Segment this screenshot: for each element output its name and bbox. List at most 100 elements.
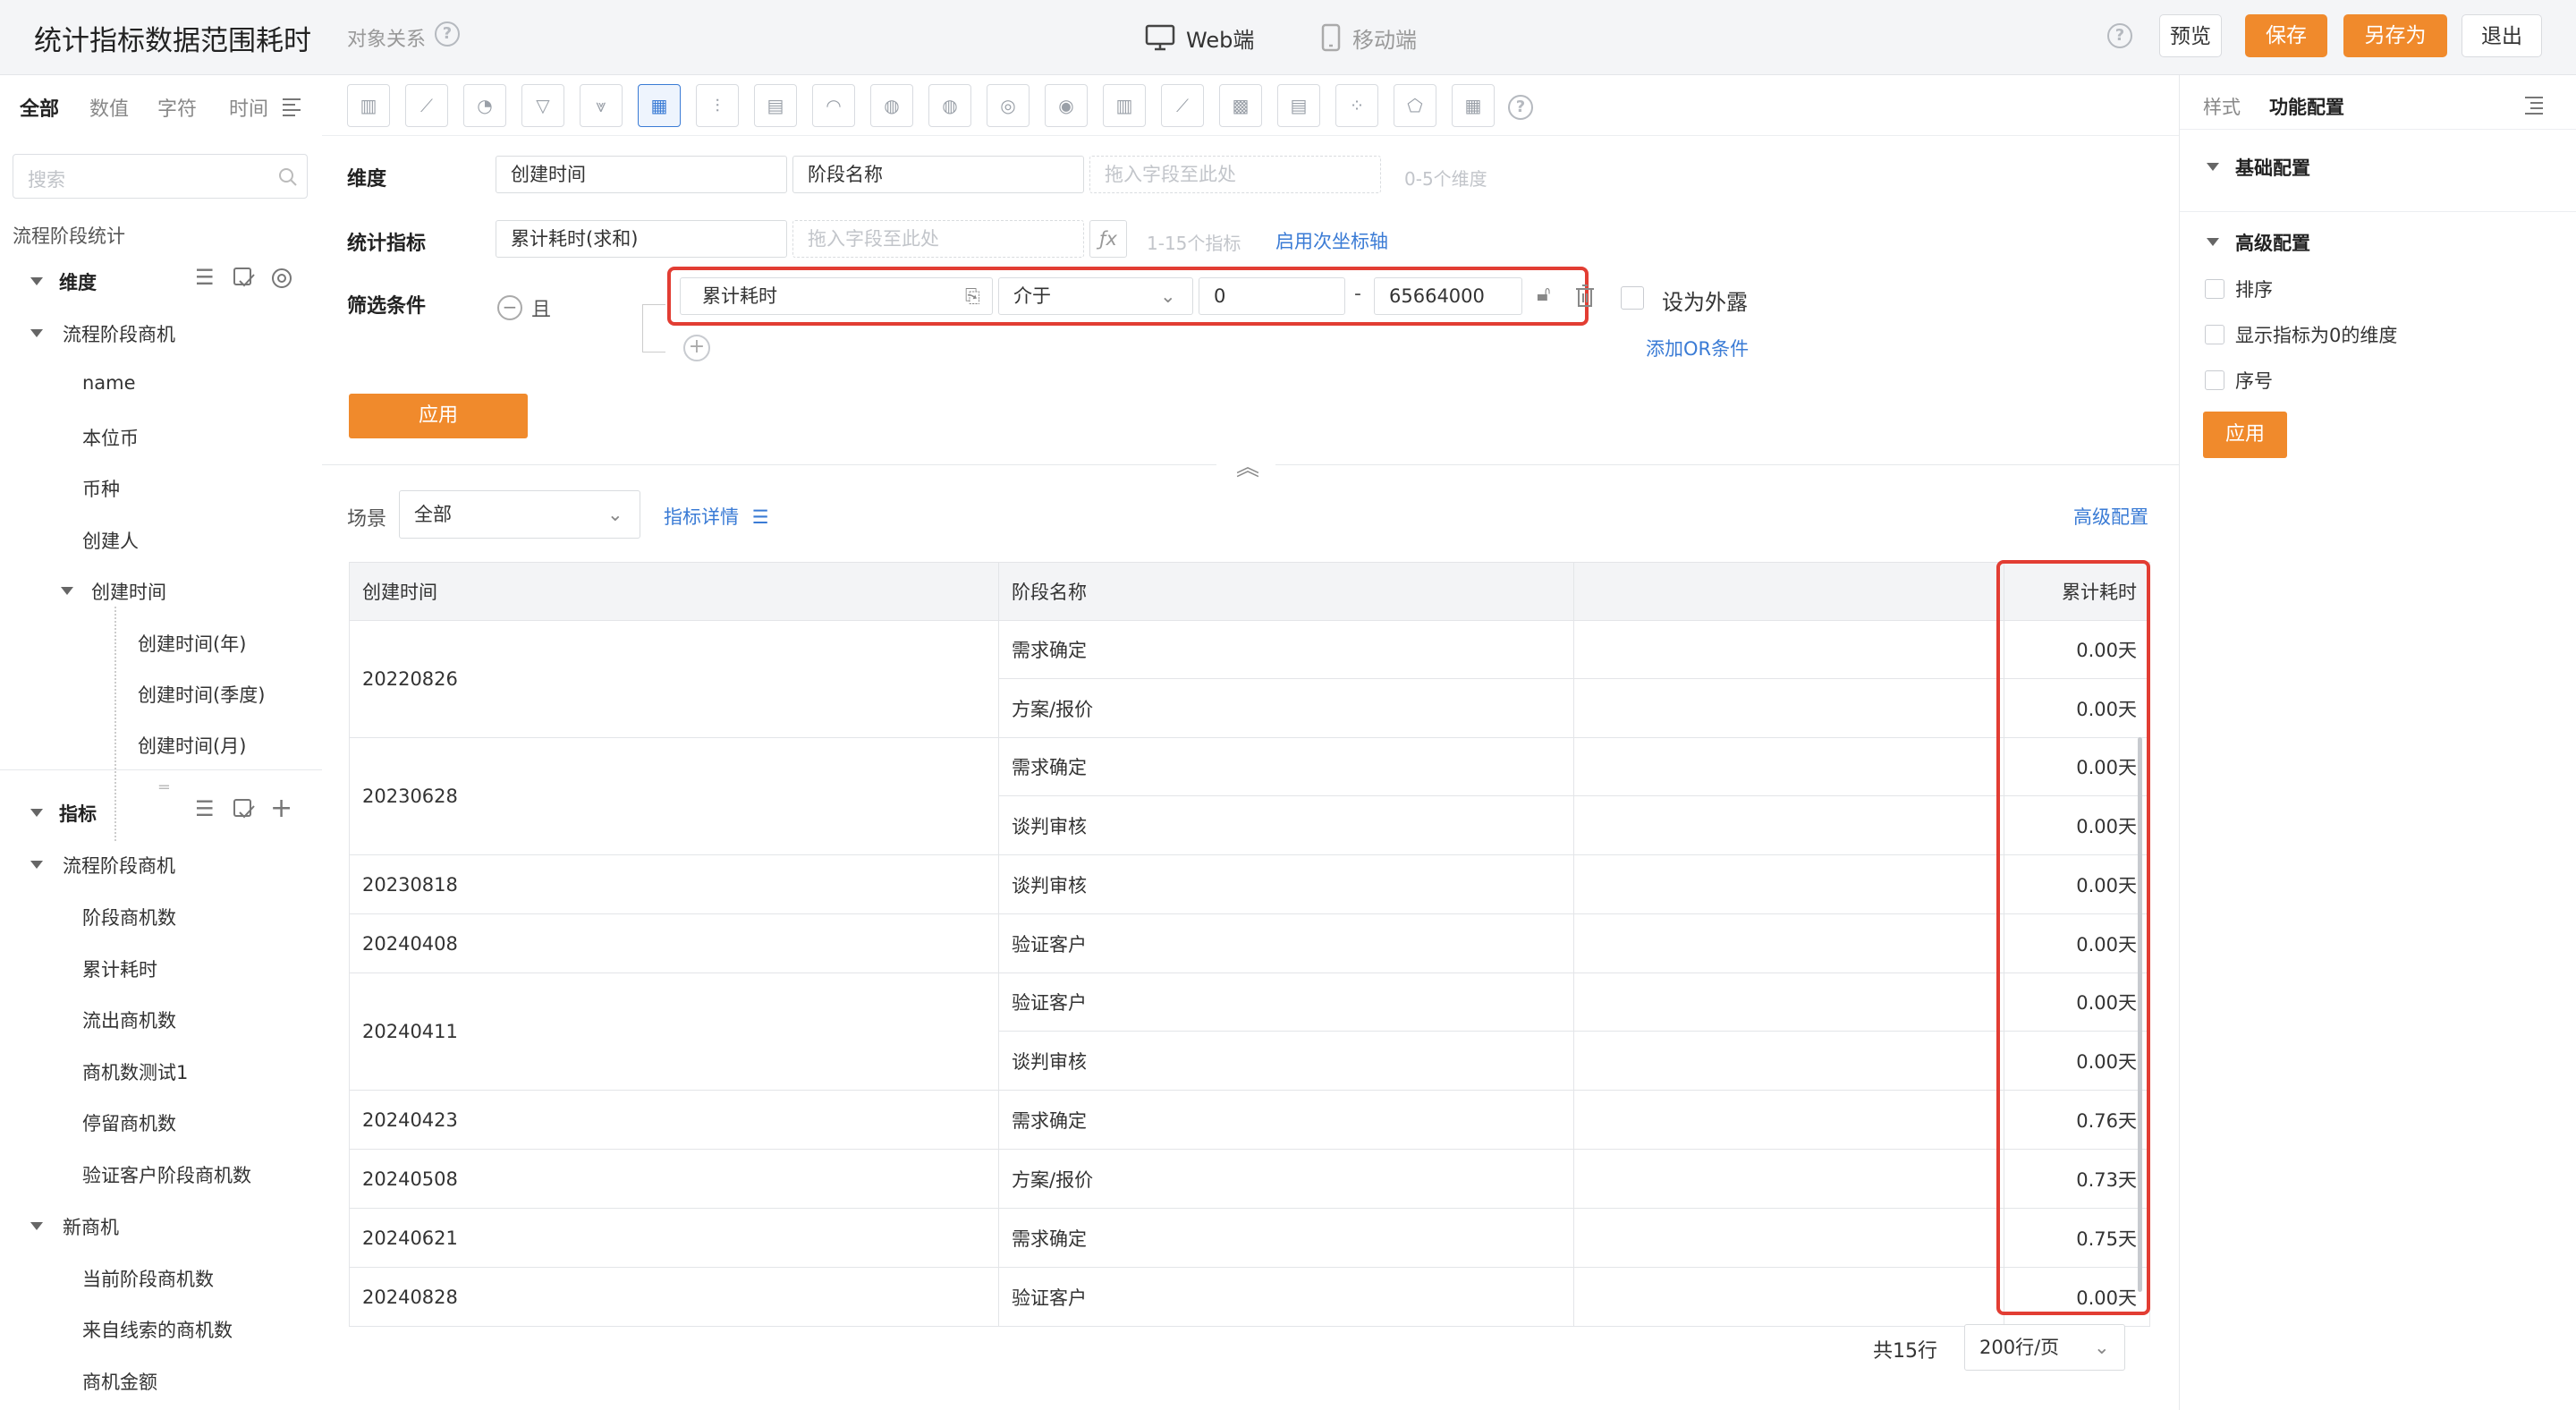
globe-chart-icon[interactable]: ◎ [987, 84, 1030, 127]
field-tab-text[interactable]: 字符 [157, 93, 197, 122]
pivot-table-icon[interactable]: ▤ [1277, 84, 1320, 127]
page-size-select[interactable]: 200行/页 ⌄ [1964, 1324, 2125, 1371]
radar-chart-icon[interactable]: ⬠ [1394, 84, 1436, 127]
collapse-caret-icon[interactable] [30, 861, 43, 869]
combo-chart-icon[interactable]: ⫶ [696, 84, 739, 127]
metric-field-item[interactable]: 累计耗时 [82, 956, 157, 982]
funnel-chart-icon[interactable]: ▽ [521, 84, 564, 127]
formula-icon[interactable]: ƒx [1089, 220, 1127, 258]
field-search-input[interactable]: 搜索 [13, 154, 308, 199]
filter-operator-select[interactable]: 介于 ⌄ [998, 277, 1193, 315]
collapse-caret-icon[interactable] [2207, 163, 2219, 171]
date-subfield-item[interactable]: 创建时间(年) [138, 630, 246, 657]
dimension-slot[interactable]: 创建时间 [496, 156, 787, 193]
indent-list-icon[interactable]: ☰ [195, 265, 215, 290]
collapse-panel-icon[interactable] [2523, 95, 2545, 115]
bar-chart-icon[interactable]: ▥ [347, 84, 390, 127]
dimension-field-item[interactable]: 本位币 [82, 424, 139, 451]
secondary-axis-link[interactable]: 启用次坐标轴 [1275, 227, 1388, 254]
advanced-config-link[interactable]: 高级配置 [2073, 503, 2148, 530]
apply-filter-button[interactable]: 应用 [349, 394, 528, 438]
help-icon[interactable]: ? [435, 21, 460, 47]
save-button[interactable]: 保存 [2245, 14, 2327, 57]
apply-config-button[interactable]: 应用 [2203, 412, 2287, 458]
help-icon[interactable]: ? [2107, 23, 2132, 48]
dimension-field-item[interactable]: 创建人 [82, 527, 139, 554]
collapse-caret-icon[interactable] [30, 1222, 43, 1230]
metric-field-item[interactable]: 当前阶段商机数 [82, 1265, 214, 1292]
exit-button[interactable]: 退出 [2462, 14, 2542, 57]
save-as-button[interactable]: 另存为 [2343, 14, 2447, 57]
delete-icon[interactable] [1574, 285, 1596, 308]
column-header-stage-name[interactable]: 阶段名称 [999, 563, 1574, 620]
show-zero-checkbox[interactable] [2205, 325, 2224, 344]
collapse-condition-icon[interactable]: − [497, 295, 522, 320]
settings-icon[interactable] [270, 267, 293, 290]
column-header-created-time[interactable]: 创建时间 [350, 563, 999, 620]
tab-style[interactable]: 样式 [2203, 93, 2241, 120]
collapse-caret-icon[interactable] [30, 329, 43, 337]
date-field-item[interactable]: 创建时间 [91, 578, 166, 605]
map-chart-icon[interactable]: ◍ [928, 84, 971, 127]
filter-to-input[interactable]: 65664000 [1374, 277, 1522, 315]
advanced-config-header[interactable]: 高级配置 [2235, 229, 2310, 256]
list-filter-icon[interactable] [281, 97, 302, 116]
metric-field-item[interactable]: 验证客户阶段商机数 [82, 1161, 251, 1188]
field-tab-time[interactable]: 时间 [229, 93, 268, 122]
batch-select-icon[interactable] [233, 267, 256, 290]
date-subfield-item[interactable]: 创建时间(季度) [138, 681, 265, 708]
mode-tab-mobile[interactable]: 移动端 [1320, 20, 1417, 55]
table-scrollbar[interactable] [2138, 737, 2142, 1292]
scene-select[interactable]: 全部 ⌄ [399, 490, 640, 539]
filter-field-select[interactable]: 累计耗时 ⎘ [680, 277, 993, 315]
stacked-chart-icon[interactable]: ▩ [1219, 84, 1262, 127]
date-subfield-item[interactable]: 创建时间(月) [138, 732, 246, 759]
gauge-chart-icon[interactable]: ◠ [812, 84, 855, 127]
dimension-field-item[interactable]: 币种 [82, 475, 120, 502]
metric-drop-zone[interactable]: 拖入字段至此处 [792, 220, 1084, 258]
collapse-caret-icon[interactable] [2207, 238, 2219, 246]
expose-checkbox[interactable] [1621, 286, 1644, 310]
dimension-field-item[interactable]: name [82, 372, 136, 394]
metric-field-item[interactable]: 阶段商机数 [82, 904, 176, 930]
object-relation-link[interactable]: 对象关系 [347, 23, 426, 52]
collapse-caret-icon[interactable] [30, 809, 43, 817]
row-number-checkbox[interactable] [2205, 370, 2224, 390]
help-icon[interactable]: ? [1508, 95, 1533, 120]
mode-tab-web[interactable]: Web端 [1145, 20, 1254, 55]
collapse-caret-icon[interactable] [30, 277, 43, 285]
metric-field-item[interactable]: 流出商机数 [82, 1007, 176, 1033]
unlock-icon[interactable]: 🔓︎ [1537, 281, 1551, 306]
metric-group[interactable]: 新商机 [63, 1213, 119, 1240]
funnel-alt-chart-icon[interactable]: ⩔ [580, 84, 623, 127]
field-tab-all[interactable]: 全部 [20, 93, 59, 122]
dimension-slot[interactable]: 阶段名称 [792, 156, 1084, 193]
grid-layout-icon[interactable]: ▦ [1452, 84, 1495, 127]
pie-chart-icon[interactable]: ◔ [463, 84, 506, 127]
add-icon[interactable]: + [270, 793, 292, 824]
filter-from-input[interactable]: 0 [1199, 277, 1345, 315]
preview-button[interactable]: 预览 [2159, 14, 2222, 57]
scatter-chart-icon[interactable]: ⁘ [1335, 84, 1378, 127]
basic-config-header[interactable]: 基础配置 [2235, 154, 2310, 181]
metric-group[interactable]: 流程阶段商机 [63, 852, 175, 879]
column-chart-icon[interactable]: ▥ [1103, 84, 1146, 127]
world-map-icon[interactable]: ◉ [1045, 84, 1088, 127]
collapse-caret-icon[interactable] [61, 587, 73, 595]
area-chart-icon[interactable]: ⟋ [1161, 84, 1204, 127]
tab-function-config[interactable]: 功能配置 [2269, 93, 2344, 120]
metric-slot[interactable]: 累计耗时(求和) [496, 220, 787, 258]
metric-field-item[interactable]: 来自线索的商机数 [82, 1316, 233, 1343]
batch-select-icon[interactable] [233, 798, 256, 821]
metric-field-item[interactable]: 停留商机数 [82, 1109, 176, 1136]
table-chart-icon[interactable]: ▦ [638, 84, 681, 127]
dimension-drop-zone[interactable]: 拖入字段至此处 [1089, 156, 1381, 193]
field-tab-number[interactable]: 数值 [89, 93, 129, 122]
line-chart-icon[interactable]: ⟋ [405, 84, 448, 127]
metric-detail-link[interactable]: 指标详情 ☰ [664, 503, 769, 530]
indent-list-icon[interactable]: ☰ [195, 796, 215, 821]
metric-field-item[interactable]: 商机数测试1 [82, 1058, 188, 1085]
sort-checkbox[interactable] [2205, 279, 2224, 299]
dimension-group[interactable]: 流程阶段商机 [63, 320, 175, 347]
collapse-up-icon[interactable]: ︽ [1236, 449, 1259, 482]
